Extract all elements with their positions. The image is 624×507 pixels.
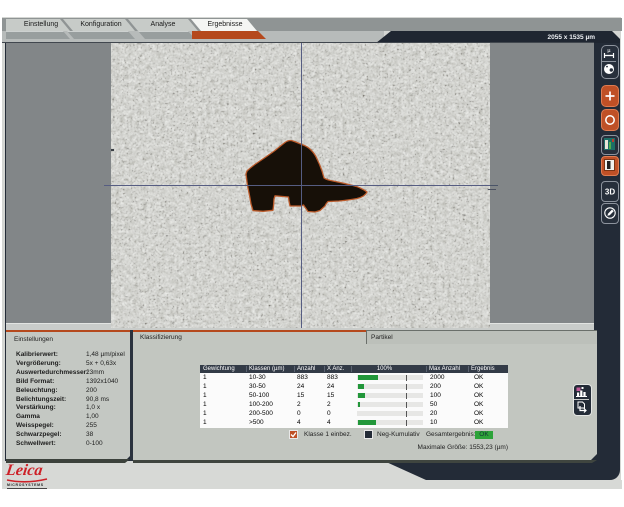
svg-text:3D: 3D [605, 188, 615, 197]
svg-text:µ: µ [607, 48, 611, 54]
